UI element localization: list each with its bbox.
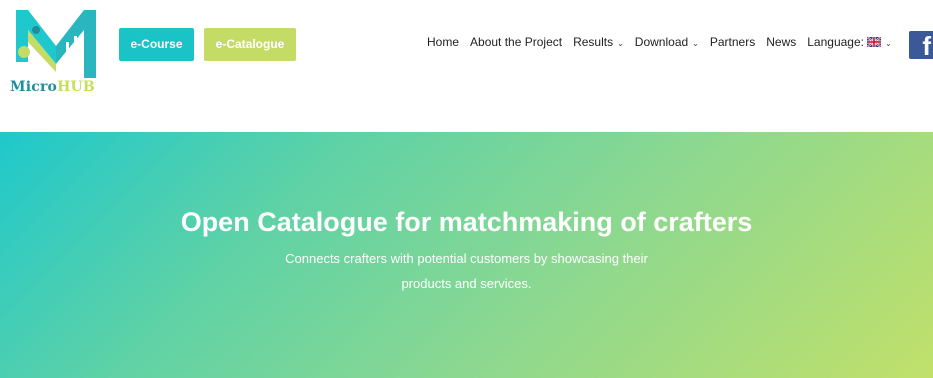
nav-item-news[interactable]: News: [766, 35, 796, 49]
nav-item-results-label: Results: [573, 35, 614, 49]
hero-subtitle: Connects crafters with potential custome…: [0, 246, 933, 296]
e-catalogue-button[interactable]: e-Catalogue: [204, 28, 296, 61]
hero-subtitle-line1: Connects crafters with potential custome…: [285, 251, 648, 266]
nav-item-download-label: Download: [634, 35, 689, 49]
nav-item-home[interactable]: Home: [427, 35, 459, 49]
e-course-button[interactable]: e-Course: [119, 28, 194, 61]
hero-banner: Open Catalogue for matchmaking of crafte…: [0, 132, 933, 378]
brand-name-part1: Micro: [10, 79, 58, 95]
chevron-down-icon: ⌄: [884, 38, 892, 48]
brand-wordmark[interactable]: MicroHUB: [10, 79, 95, 95]
nav-item-partners[interactable]: Partners: [710, 35, 755, 49]
hero-subtitle-line2: products and services.: [401, 276, 532, 291]
chevron-down-icon: ⌄: [617, 38, 624, 48]
site-header: MicroHUB e-Course e-Catalogue Home About…: [0, 0, 933, 132]
facebook-icon[interactable]: f: [909, 31, 933, 59]
main-nav: Home About the Project Results ⌄ Downloa…: [427, 34, 903, 50]
uk-flag-icon: [866, 37, 881, 47]
brand-name-part2: HUB: [57, 79, 95, 95]
nav-item-language[interactable]: Language: ⌄: [807, 35, 891, 49]
chevron-down-icon: ⌄: [692, 38, 699, 48]
nav-item-download[interactable]: Download ⌄: [635, 35, 699, 49]
nav-item-language-label: Language:: [807, 35, 864, 49]
nav-item-about[interactable]: About the Project: [470, 35, 562, 49]
hero-title: Open Catalogue for matchmaking of crafte…: [180, 207, 753, 237]
nav-item-results[interactable]: Results ⌄: [573, 35, 624, 49]
